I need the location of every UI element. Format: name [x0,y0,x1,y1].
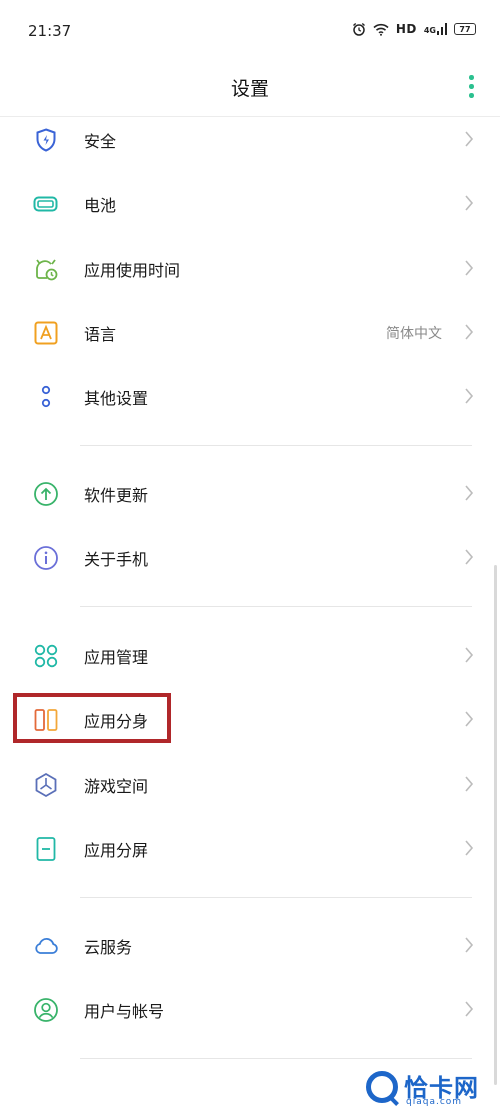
watermark-logo-icon [366,1071,398,1103]
settings-item-label: 电池 [84,196,117,215]
settings-screen: 21:37 HD 4G 77 设置 安全 电池 应用使用时间 语言 简体中文 其… [0,0,500,1111]
highlight-box [13,693,171,743]
chevron-right-icon [465,840,474,856]
settings-item-user-account[interactable]: 用户与帐号 [0,978,500,1042]
chevron-right-icon [465,1001,474,1017]
battery-icon [33,191,59,217]
settings-item-label: 用户与帐号 [84,1002,165,1021]
settings-item-label: 应用管理 [84,648,149,667]
wifi-icon [373,23,389,36]
user-account-icon [33,997,59,1023]
watermark-domain: qiaqa.com [406,1097,463,1107]
settings-item-label: 语言 [84,325,117,344]
settings-item-label: 应用使用时间 [84,261,181,280]
settings-item-security[interactable]: 安全 [0,108,500,172]
settings-item-split-screen[interactable]: 应用分屏 [0,817,500,881]
settings-item-other-settings[interactable]: 其他设置 [0,365,500,429]
game-space-icon [33,772,59,798]
other-settings-icon [33,384,59,410]
settings-item-label: 软件更新 [84,486,149,505]
settings-item-battery[interactable]: 电池 [0,172,500,236]
chevron-right-icon [465,485,474,501]
app-management-icon [33,643,59,669]
chevron-right-icon [465,324,474,340]
settings-item-app-management[interactable]: 应用管理 [0,624,500,688]
settings-item-cloud-service[interactable]: 云服务 [0,914,500,978]
chevron-right-icon [465,549,474,565]
chevron-right-icon [465,195,474,211]
chevron-right-icon [465,711,474,727]
section-divider [80,897,472,898]
status-time: 21:37 [28,22,72,40]
settings-item-label: 游戏空间 [84,777,149,796]
watermark: 恰卡网 qiaqa.com [366,1066,496,1111]
settings-item-about-phone[interactable]: 关于手机 [0,526,500,590]
split-screen-icon [33,836,59,862]
chevron-right-icon [465,937,474,953]
settings-item-label: 关于手机 [84,550,149,569]
chevron-right-icon [465,388,474,404]
software-update-icon [33,481,59,507]
section-divider [80,445,472,446]
status-bar: 21:37 HD 4G 77 [0,0,500,64]
about-phone-icon [33,545,59,571]
signal-icon: 4G [424,23,447,35]
battery-indicator: 77 [454,23,476,35]
settings-item-game-space[interactable]: 游戏空间 [0,753,500,817]
language-icon [33,320,59,346]
settings-item-software-update[interactable]: 软件更新 [0,462,500,526]
settings-item-app-usage-time[interactable]: 应用使用时间 [0,237,500,301]
alarm-icon [352,22,366,36]
section-divider [80,1058,472,1059]
section-divider [80,606,472,607]
page-title: 设置 [230,78,269,100]
chevron-right-icon [465,131,474,147]
app-usage-time-icon [33,256,59,282]
more-vertical-icon[interactable] [464,74,478,100]
shield-icon [33,127,59,153]
chevron-right-icon [465,647,474,663]
settings-item-label: 其他设置 [84,389,149,408]
settings-item-language[interactable]: 语言 简体中文 [0,301,500,365]
language-value: 简体中文 [386,326,442,342]
chevron-right-icon [465,260,474,276]
chevron-right-icon [465,776,474,792]
settings-item-label: 应用分屏 [84,841,149,860]
status-icons: HD 4G 77 [352,22,476,36]
scrollbar[interactable] [494,565,497,1085]
settings-item-label: 安全 [84,132,117,151]
cloud-service-icon [33,933,59,959]
hd-indicator: HD [395,22,417,36]
settings-item-label: 云服务 [84,938,133,957]
